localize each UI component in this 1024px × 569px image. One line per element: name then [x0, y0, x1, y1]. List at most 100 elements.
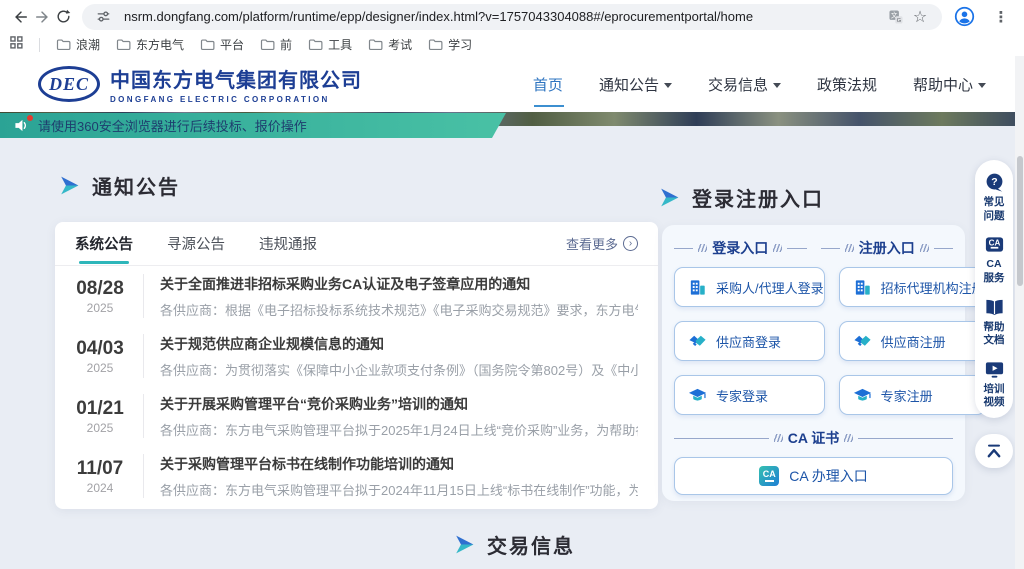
training-videos-shortcut[interactable]: 培训视频: [982, 359, 1006, 410]
login-group-header: 登录入口: [674, 238, 807, 258]
notice-list-item[interactable]: 11/07 2024 关于采购管理平台标书在线制作功能培训的通知 各供应商：东方…: [55, 446, 658, 506]
site-header: DEC 中国东方电气集团有限公司 DONGFANG ELECTRIC CORPO…: [0, 56, 1024, 112]
nav-policies[interactable]: 政策法规: [817, 68, 877, 101]
help-docs-shortcut[interactable]: 帮助文档: [982, 297, 1006, 348]
announcement-ribbon: 请使用360安全浏览器进行后续投标、报价操作: [0, 113, 506, 138]
company-name-cn: 中国东方电气集团有限公司: [110, 64, 362, 93]
book-icon: [984, 297, 1005, 318]
toolbar-right: ⋮: [952, 4, 1014, 30]
company-name-en: DONGFANG ELECTRIC CORPORATION: [110, 95, 362, 104]
notice-title[interactable]: 关于规范供应商企业规模信息的通知: [160, 334, 638, 354]
handshake-icon: [853, 332, 872, 351]
section-title-text: 通知公告: [92, 171, 180, 200]
bookmarks-bar: 浪潮 东方电气 平台 前 工具 考试 学习: [0, 33, 1024, 56]
svg-text:G: G: [897, 17, 902, 23]
login-register-panel: 登录入口 注册入口 采购人/代理人登录 招标代理机构注册 供应商登录: [662, 225, 965, 501]
tab-system-notices[interactable]: 系统公告: [75, 223, 133, 264]
chevron-down-icon: [978, 83, 986, 88]
page-scrollbar[interactable]: [1015, 56, 1024, 569]
bookmark-folder[interactable]: 考试: [368, 36, 412, 53]
dec-logo-icon: DEC: [38, 66, 100, 102]
divider: [143, 334, 144, 378]
bookmark-folder[interactable]: 学习: [428, 36, 472, 53]
notice-title[interactable]: 关于开展采购管理平台“竞价采购业务”培训的通知: [160, 394, 638, 414]
portal-home-page: 通知公告 系统公告 寻源公告 违规通报 查看更多 › 08/28 2025 关于…: [0, 126, 1024, 569]
section-title-text: 登录注册入口: [692, 183, 824, 212]
site-settings-icon[interactable]: [92, 6, 116, 28]
scrollbar-thumb[interactable]: [1017, 156, 1023, 286]
section-arrow-icon: [455, 535, 474, 554]
bookmark-folder[interactable]: 浪潮: [56, 36, 100, 53]
notice-desc: 各供应商：东方电气采购管理平台拟于2025年1月24日上线“竞价采购”业务，为帮…: [160, 420, 638, 439]
bookmark-star-icon[interactable]: ☆: [908, 6, 932, 28]
main-nav: 首页 通知公告 交易信息 政策法规 帮助中心: [533, 68, 986, 101]
divider: [143, 454, 144, 498]
graduation-cap-icon: [853, 386, 872, 405]
notice-title[interactable]: 关于采购管理平台标书在线制作功能培训的通知: [160, 454, 638, 474]
register-group-header: 注册入口: [821, 238, 954, 258]
trade-section-title: 交易信息: [455, 530, 575, 559]
nav-help-center[interactable]: 帮助中心: [913, 68, 986, 101]
notice-list-item[interactable]: 01/21 2025 关于开展采购管理平台“竞价采购业务”培训的通知 各供应商：…: [55, 386, 658, 446]
expert-register-button[interactable]: 专家注册: [839, 375, 986, 415]
translate-icon[interactable]: 文G: [884, 6, 908, 28]
building-icon: [853, 278, 872, 297]
divider: [143, 394, 144, 438]
divider: [143, 274, 144, 318]
section-arrow-icon: [660, 188, 679, 207]
company-logo[interactable]: DEC 中国东方电气集团有限公司 DONGFANG ELECTRIC CORPO…: [38, 64, 362, 104]
graduation-cap-icon: [688, 386, 707, 405]
apps-grid-icon[interactable]: [10, 36, 23, 54]
bookmark-folder[interactable]: 平台: [200, 36, 244, 53]
address-bar[interactable]: nsrm.dongfang.com/platform/runtime/epp/d…: [82, 4, 942, 30]
notices-section-title: 通知公告: [60, 171, 180, 200]
notice-list-item[interactable]: 04/03 2025 关于规范供应商企业规模信息的通知 各供应商：为贯彻落实《保…: [55, 326, 658, 386]
bookmark-folder[interactable]: 东方电气: [116, 36, 184, 53]
section-title-text: 交易信息: [487, 530, 575, 559]
nav-trade-info[interactable]: 交易信息: [708, 68, 781, 101]
tab-sourcing-notices[interactable]: 寻源公告: [167, 223, 225, 264]
ca-group-header: CA 证书: [674, 428, 953, 448]
supplier-login-button[interactable]: 供应商登录: [674, 321, 825, 361]
section-arrow-icon: [60, 176, 79, 195]
ca-apply-button[interactable]: CA CA 办理入口: [674, 457, 953, 495]
menu-dots-icon[interactable]: ⋮: [988, 4, 1014, 30]
notices-card: 系统公告 寻源公告 违规通报 查看更多 › 08/28 2025 关于全面推进非…: [55, 222, 658, 509]
notices-tabs: 系统公告 寻源公告 违规通报 查看更多 ›: [55, 222, 658, 266]
building-icon: [688, 278, 707, 297]
faq-shortcut[interactable]: ? 常见问题: [982, 172, 1006, 223]
supplier-register-button[interactable]: 供应商注册: [839, 321, 986, 361]
view-more-link[interactable]: 查看更多 ›: [566, 234, 638, 253]
chevron-down-icon: [773, 83, 781, 88]
svg-text:?: ?: [991, 176, 997, 188]
notice-date: 04/03 2025: [67, 338, 133, 375]
bookmark-folder[interactable]: 工具: [308, 36, 352, 53]
forward-icon[interactable]: [31, 4, 52, 30]
nav-home[interactable]: 首页: [533, 68, 563, 101]
back-icon[interactable]: [10, 4, 31, 30]
tab-violation-reports[interactable]: 违规通报: [259, 223, 317, 264]
notice-date: 11/07 2024: [67, 458, 133, 495]
bookmarks-divider: [39, 38, 40, 52]
notice-date: 01/21 2025: [67, 398, 133, 435]
handshake-icon: [688, 332, 707, 351]
url-text[interactable]: nsrm.dongfang.com/platform/runtime/epp/d…: [124, 9, 884, 24]
nav-notices[interactable]: 通知公告: [599, 68, 672, 101]
ticker-text: 请使用360安全浏览器进行后续投标、报价操作: [38, 116, 307, 135]
ca-service-shortcut[interactable]: CA CA服务: [982, 234, 1006, 285]
bookmark-folder[interactable]: 前: [260, 36, 292, 53]
expert-login-button[interactable]: 专家登录: [674, 375, 825, 415]
profile-avatar-icon[interactable]: [952, 4, 978, 30]
notice-title[interactable]: 关于全面推进非招标采购业务CA认证及电子签章应用的通知: [160, 274, 638, 294]
chevron-right-circle-icon: ›: [623, 236, 638, 251]
notice-desc: 各供应商：为贯彻落实《保障中小企业款项支付条例》（国务院令第802号）及《中小企…: [160, 360, 638, 379]
chevron-down-icon: [664, 83, 672, 88]
reload-icon[interactable]: [53, 4, 74, 30]
notice-list-item[interactable]: 08/28 2025 关于全面推进非招标采购业务CA认证及电子签章应用的通知 各…: [55, 266, 658, 326]
bidding-agency-register-button[interactable]: 招标代理机构注册: [839, 267, 986, 307]
back-to-top-button[interactable]: [975, 434, 1013, 468]
ca-card-icon: CA: [984, 234, 1005, 255]
ca-badge-icon: CA: [759, 466, 779, 486]
notification-dot: [27, 115, 33, 121]
buyer-agent-login-button[interactable]: 采购人/代理人登录: [674, 267, 825, 307]
